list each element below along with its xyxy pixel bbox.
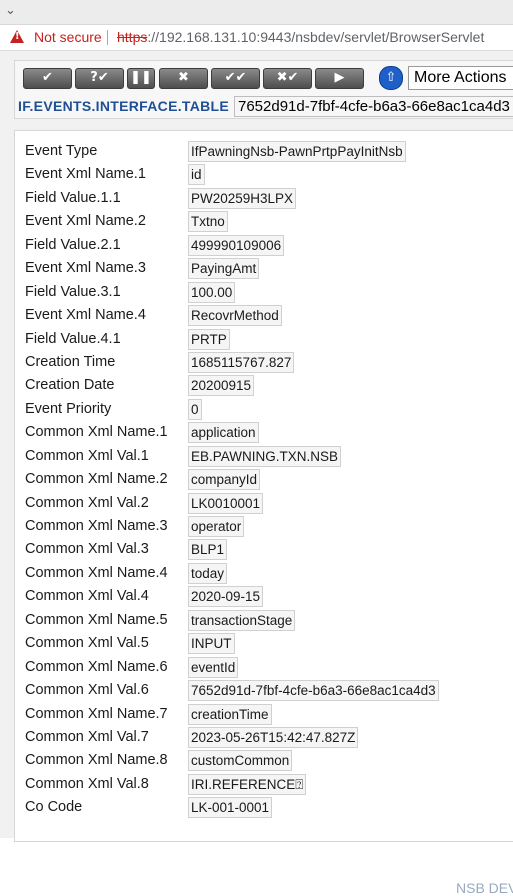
- field-value[interactable]: 1685115767.827: [188, 351, 295, 373]
- record-toolbar: ✔ ?✔ ❚❚ ✖ ✔✔ ✖✔ ▶ ⇧ More Actions IF.EVENTS.INT…: [14, 60, 513, 119]
- record-id-field[interactable]: 7652d91d-7fbf-4cfe-b6a3-66e8ac1ca4d3: [234, 96, 513, 117]
- field-label: Event Xml Name.2: [25, 213, 146, 230]
- field-label: Common Xml Name.7: [25, 705, 168, 722]
- record-panel: Event Type IfPawningNsb-PawnPrtpPayInitNs…: [14, 130, 513, 896]
- field-label: Co Code: [25, 799, 83, 816]
- next-icon: ▶: [334, 70, 345, 85]
- field-label: Common Xml Val.5: [25, 635, 149, 652]
- field-value[interactable]: 100.00: [188, 281, 236, 303]
- url-scheme: https: [117, 29, 148, 45]
- field-value[interactable]: 20200915: [188, 375, 255, 397]
- field-label: Common Xml Val.1: [25, 447, 149, 464]
- chevron-down-icon[interactable]: ⌄: [5, 3, 16, 18]
- warning-icon[interactable]: [10, 30, 24, 43]
- reverse-icon: ✖✔: [276, 70, 299, 85]
- validate-icon: ✔: [42, 70, 53, 85]
- field-label: Common Xml Val.7: [25, 728, 149, 745]
- field-value[interactable]: PRTP: [188, 328, 230, 350]
- field-value[interactable]: 499990109006: [188, 234, 285, 256]
- query-button[interactable]: ?✔: [75, 68, 124, 89]
- field-value[interactable]: id: [188, 164, 205, 186]
- field-label: Common Xml Name.5: [25, 611, 168, 628]
- more-actions-select[interactable]: More Actions: [408, 66, 513, 90]
- field-value[interactable]: today: [188, 562, 228, 584]
- field-label: Common Xml Name.1: [25, 424, 168, 441]
- field-label: Common Xml Name.3: [25, 518, 168, 534]
- field-label: Common Xml Name.2: [25, 471, 168, 488]
- authorise-icon: ✔✔: [224, 70, 247, 85]
- field-value[interactable]: 0: [188, 398, 202, 420]
- hold-button[interactable]: ❚❚: [127, 68, 155, 89]
- field-value[interactable]: operator: [188, 516, 245, 537]
- address-bar[interactable]: Not secure https://192.168.131.10:9443/n…: [0, 25, 513, 51]
- next-button[interactable]: ▶: [315, 68, 364, 89]
- browser-titlebar: ⌄: [0, 0, 513, 25]
- field-value[interactable]: PW20259H3LPX: [188, 187, 297, 209]
- field-label: Common Xml Name.6: [25, 658, 168, 675]
- validate-button[interactable]: ✔: [23, 68, 72, 89]
- query-icon: ?✔: [90, 70, 109, 85]
- field-label: Event Xml Name.3: [25, 260, 146, 277]
- field-label: Creation Date: [25, 377, 115, 394]
- environment-label: NSB DEV: [456, 880, 513, 896]
- field-label: Event Xml Name.1: [25, 166, 146, 183]
- field-value[interactable]: EB.PAWNING.TXN.NSB: [188, 445, 342, 467]
- field-label: Field Value.3.1: [25, 283, 121, 300]
- field-value[interactable]: companyId: [188, 469, 261, 491]
- url-text[interactable]: https://192.168.131.10:9443/nsbdev/servl…: [117, 29, 484, 45]
- field-label: Field Value.1.1: [25, 189, 121, 206]
- field-value[interactable]: 7652d91d-7fbf-4cfe-b6a3-66e8ac1ca4d3: [188, 680, 439, 702]
- field-value[interactable]: application: [188, 422, 259, 444]
- field-label: Creation Time: [25, 353, 116, 370]
- field-value[interactable]: INPUT: [188, 633, 235, 655]
- field-value[interactable]: LK0010001: [188, 492, 264, 514]
- field-value[interactable]: RecovrMethod: [188, 305, 282, 327]
- field-value[interactable]: 2023-05-26T15:42:47.827Z: [188, 726, 359, 748]
- field-value[interactable]: IfPawningNsb-PawnPrtpPayInitNsb: [188, 141, 406, 162]
- field-label: Field Value.4.1: [25, 330, 121, 347]
- field-label: Event Type: [25, 143, 98, 159]
- field-label: Common Xml Val.4: [25, 588, 149, 605]
- page-title: IF.EVENTS.INTERFACE.TABLE: [18, 98, 230, 114]
- delete-button[interactable]: ✖: [159, 68, 208, 89]
- field-label: Common Xml Name.4: [25, 564, 168, 581]
- field-value[interactable]: PayingAmt: [188, 258, 260, 280]
- field-value[interactable]: BLP1: [188, 539, 228, 561]
- field-value[interactable]: IRI.REFERENCE⍰: [188, 773, 307, 795]
- field-value[interactable]: customCommon: [188, 750, 293, 772]
- field-label: Common Xml Val.6: [25, 682, 149, 699]
- field-label: Common Xml Val.2: [25, 494, 149, 511]
- not-secure-label[interactable]: Not secure: [34, 29, 102, 45]
- reverse-button[interactable]: ✖✔: [263, 68, 312, 89]
- page-content: ✔ ?✔ ❚❚ ✖ ✔✔ ✖✔ ▶ ⇧ More Actions IF.EVENTS.INT…: [0, 51, 513, 896]
- field-value[interactable]: creationTime: [188, 703, 272, 725]
- field-value[interactable]: eventId: [188, 656, 239, 678]
- field-label: Common Xml Val.3: [25, 541, 149, 558]
- field-label: Common Xml Name.8: [25, 752, 168, 769]
- field-label: Event Xml Name.4: [25, 307, 146, 324]
- divider: [107, 30, 108, 45]
- url-path: ://192.168.131.10:9443/nsbdev/servlet/Br…: [147, 29, 485, 45]
- hold-icon: ❚❚: [130, 70, 152, 85]
- field-label: Event Priority: [25, 400, 112, 417]
- field-label: Field Value.2.1: [25, 236, 121, 253]
- field-value[interactable]: Txtno: [188, 211, 228, 233]
- field-value[interactable]: 2020-09-15: [188, 586, 264, 608]
- field-value[interactable]: LK-001-0001: [188, 797, 273, 819]
- up-arrow-icon[interactable]: ⇧: [379, 66, 403, 90]
- field-label: Common Xml Val.8: [25, 775, 149, 792]
- authorise-button[interactable]: ✔✔: [211, 68, 260, 89]
- field-value[interactable]: transactionStage: [188, 609, 296, 631]
- delete-icon: ✖: [178, 70, 189, 85]
